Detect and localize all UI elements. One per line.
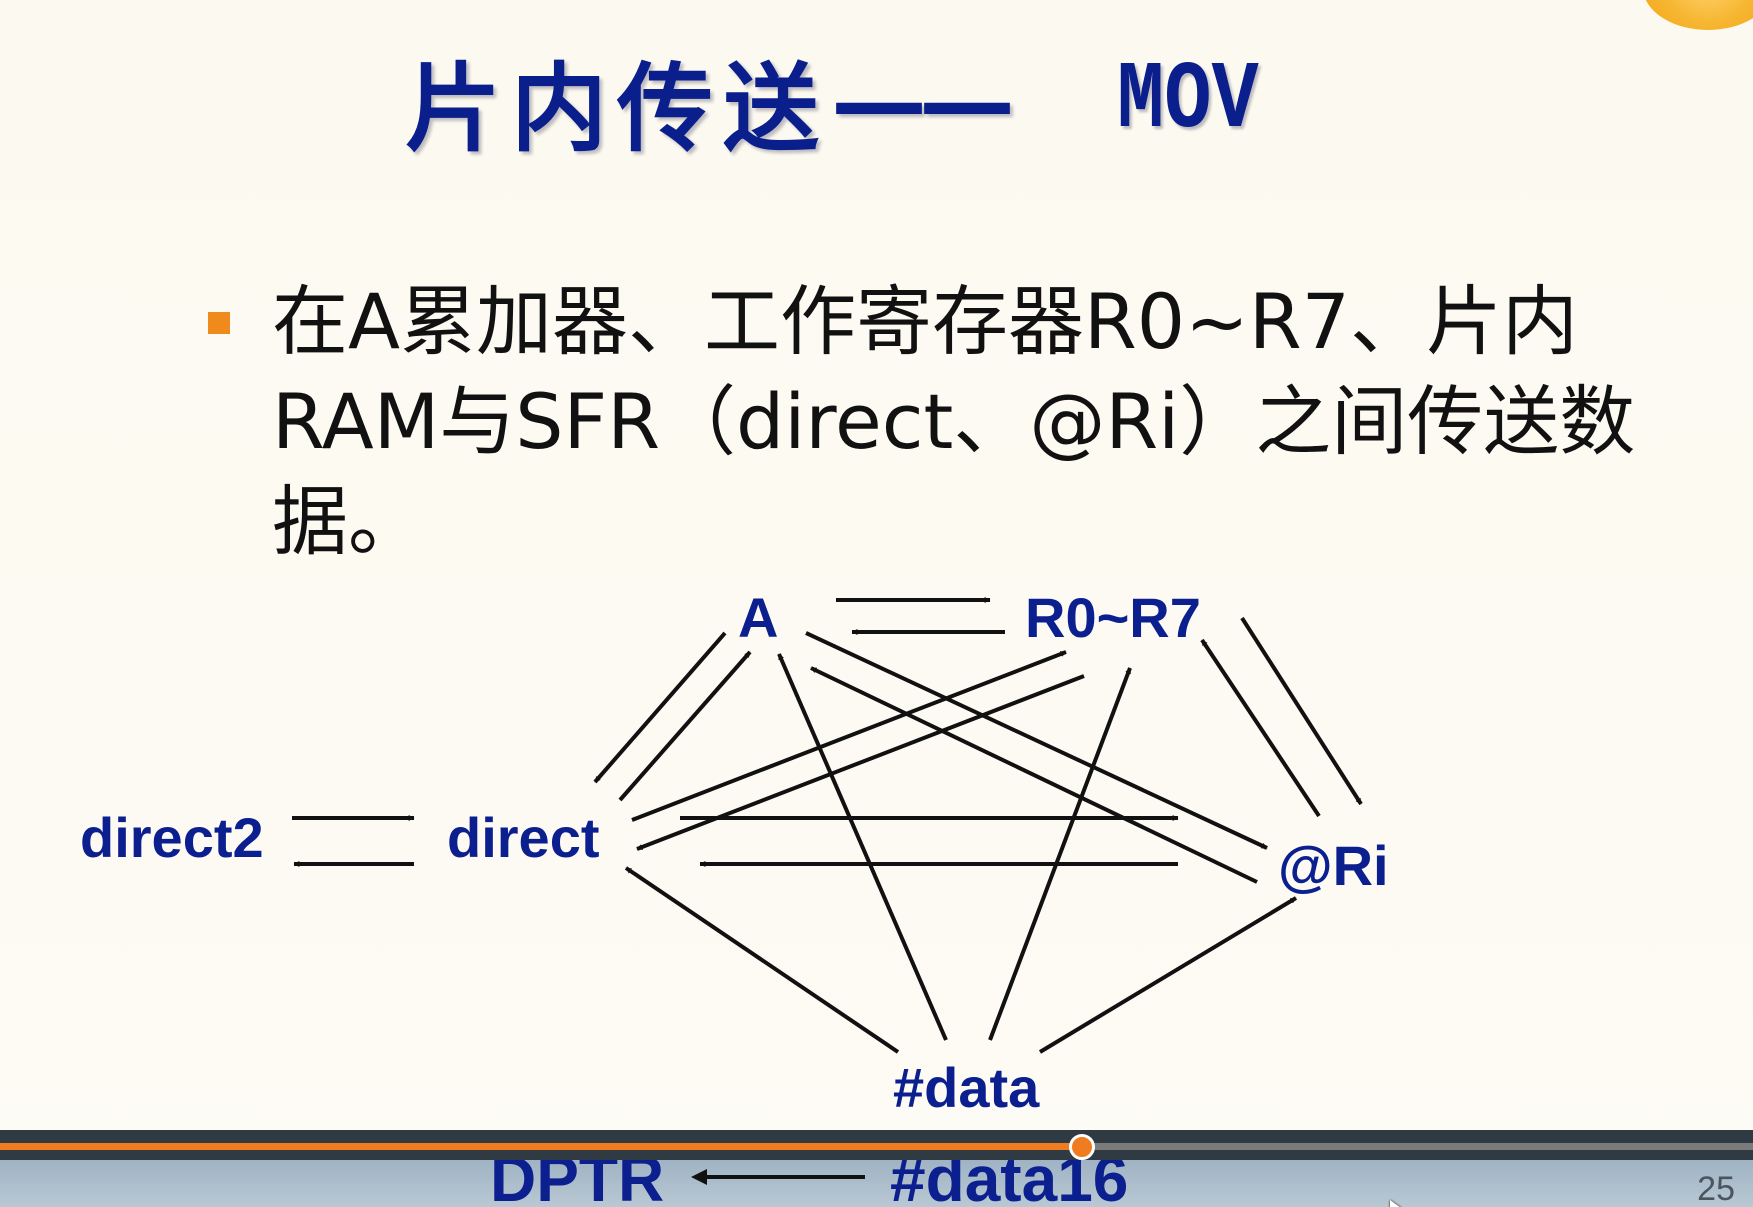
node-data: #data (893, 1056, 1040, 1119)
page-number: 25 (1697, 1170, 1735, 1207)
arrow-ri-to-a (810, 666, 1258, 884)
node-at-ri: @Ri (1278, 834, 1389, 897)
arrow-data-to-a (777, 653, 948, 1041)
node-A: A (738, 586, 778, 649)
arrow-r-to-ri (1240, 616, 1363, 806)
arrow-direct-to-a (618, 650, 752, 802)
arrow-direct-to-r (631, 650, 1067, 822)
arrow-ri-to-r (1200, 638, 1321, 818)
node-r0-r7: R0~R7 (1025, 586, 1201, 649)
arrow-data-to-direct (624, 866, 900, 1054)
video-player-bar: DPTR #data16 25 (0, 1130, 1753, 1207)
arrow-data-to-r (988, 667, 1132, 1041)
mouse-cursor-icon (1390, 1200, 1404, 1207)
arrow-a-to-direct (593, 631, 727, 784)
node-direct2: direct2 (80, 806, 264, 869)
slide: 片内传送 —— MOV 在A累加器、工作寄存器R0~R7、片内RAM与SFR（d… (0, 0, 1753, 1130)
peek-dptr-label: DPTR (490, 1160, 665, 1207)
peek-data16-label: #data16 (890, 1160, 1129, 1207)
next-slide-peek: DPTR #data16 25 (0, 1160, 1753, 1207)
peek-arrow (691, 1169, 865, 1185)
node-direct: direct (447, 806, 600, 869)
transfer-diagram: A R0~R7 direct2 direct @Ri #data (80, 586, 1389, 1119)
progress-track[interactable] (0, 1134, 1753, 1160)
progress-handle[interactable] (1068, 1134, 1095, 1160)
arrow-data-to-ri (1038, 896, 1298, 1054)
progress-fill (0, 1143, 1082, 1150)
